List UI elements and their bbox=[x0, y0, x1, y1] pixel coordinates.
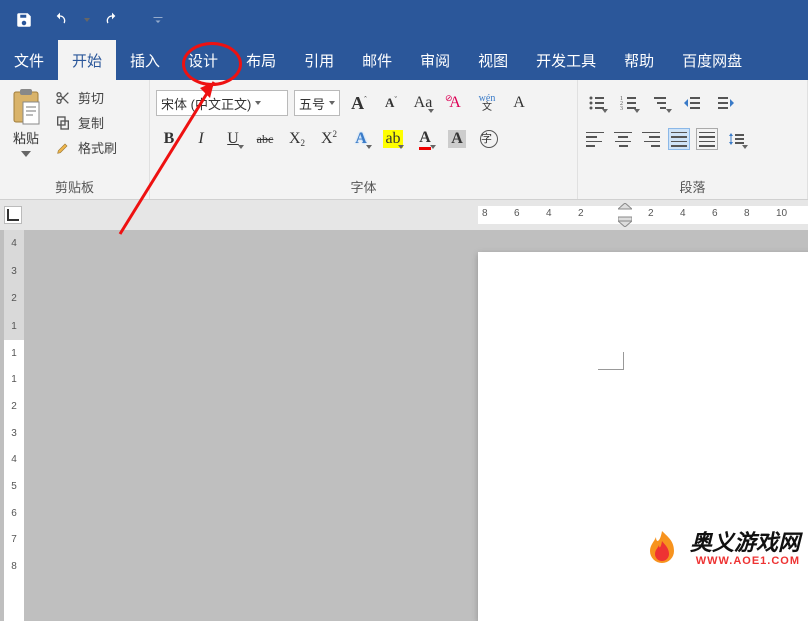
tab-baidu[interactable]: 百度网盘 bbox=[668, 40, 756, 80]
ruler-area: 8 6 4 2 2 4 6 8 10 bbox=[0, 200, 808, 230]
font-name-value: 宋体 (中文正文) bbox=[161, 94, 251, 113]
copy-button[interactable]: 复制 bbox=[54, 113, 117, 132]
superscript-button[interactable]: X2 bbox=[316, 126, 342, 152]
tab-selector[interactable] bbox=[4, 206, 22, 224]
format-painter-button[interactable]: 格式刷 bbox=[54, 138, 117, 157]
save-icon[interactable] bbox=[10, 6, 38, 34]
format-painter-label: 格式刷 bbox=[78, 138, 117, 157]
align-justify-button[interactable] bbox=[668, 128, 690, 150]
numbering-button[interactable]: 123 bbox=[616, 90, 642, 116]
enclose-characters-button[interactable]: 字 bbox=[476, 126, 502, 152]
watermark: 奥义游戏网 WWW.AOE1.COM bbox=[640, 527, 800, 571]
character-border-button[interactable]: A bbox=[506, 90, 532, 116]
tab-help[interactable]: 帮助 bbox=[610, 40, 668, 80]
font-name-combo[interactable]: 宋体 (中文正文) bbox=[156, 90, 288, 116]
horizontal-ruler[interactable]: 8 6 4 2 2 4 6 8 10 bbox=[478, 206, 808, 224]
watermark-title: 奥义游戏网 bbox=[690, 532, 800, 554]
increase-indent-button[interactable] bbox=[712, 90, 738, 116]
text-cursor bbox=[598, 352, 624, 370]
tab-view[interactable]: 视图 bbox=[464, 40, 522, 80]
text-effects-button[interactable]: A bbox=[348, 126, 374, 152]
ribbon-tabs: 文件 开始 插入 设计 布局 引用 邮件 审阅 视图 开发工具 帮助 百度网盘 bbox=[0, 40, 808, 80]
bold-button[interactable]: B bbox=[156, 126, 182, 152]
tab-design[interactable]: 设计 bbox=[174, 40, 232, 80]
character-shading-button[interactable]: A bbox=[444, 126, 470, 152]
tab-home[interactable]: 开始 bbox=[58, 40, 116, 80]
group-paragraph-label: 段落 bbox=[584, 175, 801, 197]
change-case-button[interactable]: Aa bbox=[410, 90, 436, 116]
font-size-value: 五号 bbox=[299, 94, 325, 113]
align-right-button[interactable] bbox=[640, 128, 662, 150]
group-font-label: 字体 bbox=[156, 175, 571, 197]
watermark-url: WWW.AOE1.COM bbox=[690, 556, 800, 567]
chevron-down-icon bbox=[329, 101, 335, 105]
copy-icon bbox=[54, 114, 72, 132]
undo-dropdown-icon[interactable] bbox=[84, 18, 90, 22]
font-size-combo[interactable]: 五号 bbox=[294, 90, 340, 116]
group-clipboard-label: 剪贴板 bbox=[6, 175, 143, 197]
group-font: 宋体 (中文正文) 五号 Aˆ Aˇ Aa A⊘ wén文 A B I U ab… bbox=[150, 80, 578, 199]
ribbon: 粘贴 剪切 复制 格式刷 剪贴板 bbox=[0, 80, 808, 200]
clipboard-icon bbox=[9, 88, 43, 126]
group-clipboard: 粘贴 剪切 复制 格式刷 剪贴板 bbox=[0, 80, 150, 199]
align-left-button[interactable] bbox=[584, 128, 606, 150]
clear-formatting-button[interactable]: A⊘ bbox=[442, 90, 468, 116]
paste-dropdown-icon[interactable] bbox=[21, 151, 31, 157]
tab-insert[interactable]: 插入 bbox=[116, 40, 174, 80]
svg-text:3: 3 bbox=[620, 106, 623, 111]
chevron-down-icon bbox=[255, 101, 261, 105]
scissors-icon bbox=[54, 89, 72, 107]
paste-label: 粘贴 bbox=[13, 128, 39, 147]
paintbrush-icon bbox=[54, 139, 72, 157]
multilevel-list-button[interactable] bbox=[648, 90, 674, 116]
align-center-button[interactable] bbox=[612, 128, 634, 150]
subscript-button[interactable]: X2 bbox=[284, 126, 310, 152]
paste-button[interactable]: 粘贴 bbox=[6, 88, 46, 157]
tab-review[interactable]: 审阅 bbox=[406, 40, 464, 80]
font-color-button[interactable]: A bbox=[412, 126, 438, 152]
tab-file[interactable]: 文件 bbox=[0, 40, 58, 80]
quick-access-toolbar bbox=[0, 0, 808, 40]
italic-button[interactable]: I bbox=[188, 126, 214, 152]
bullets-button[interactable] bbox=[584, 90, 610, 116]
grow-font-button[interactable]: Aˆ bbox=[346, 90, 372, 116]
qat-customize-icon[interactable] bbox=[144, 6, 172, 34]
indent-marker-icon[interactable] bbox=[618, 203, 632, 227]
underline-button[interactable]: U bbox=[220, 126, 246, 152]
decrease-indent-button[interactable] bbox=[680, 90, 706, 116]
shrink-font-button[interactable]: Aˇ bbox=[378, 90, 404, 116]
flame-logo-icon bbox=[640, 527, 684, 571]
vertical-ruler[interactable]: 4 3 2 1 1 1 2 3 4 5 6 7 8 bbox=[4, 230, 24, 621]
tell-me-icon[interactable] bbox=[756, 40, 784, 80]
line-spacing-button[interactable] bbox=[724, 126, 750, 152]
redo-icon[interactable] bbox=[98, 6, 126, 34]
group-paragraph: 123 bbox=[578, 80, 808, 199]
tab-references[interactable]: 引用 bbox=[290, 40, 348, 80]
distributed-button[interactable] bbox=[696, 128, 718, 150]
cut-label: 剪切 bbox=[78, 88, 104, 107]
highlight-button[interactable]: ab bbox=[380, 126, 406, 152]
tab-layout[interactable]: 布局 bbox=[232, 40, 290, 80]
tab-mailings[interactable]: 邮件 bbox=[348, 40, 406, 80]
phonetic-guide-button[interactable]: wén文 bbox=[474, 90, 500, 116]
undo-icon[interactable] bbox=[46, 6, 74, 34]
strikethrough-button[interactable]: abc bbox=[252, 126, 278, 152]
cut-button[interactable]: 剪切 bbox=[54, 88, 117, 107]
tab-developer[interactable]: 开发工具 bbox=[522, 40, 610, 80]
copy-label: 复制 bbox=[78, 113, 104, 132]
